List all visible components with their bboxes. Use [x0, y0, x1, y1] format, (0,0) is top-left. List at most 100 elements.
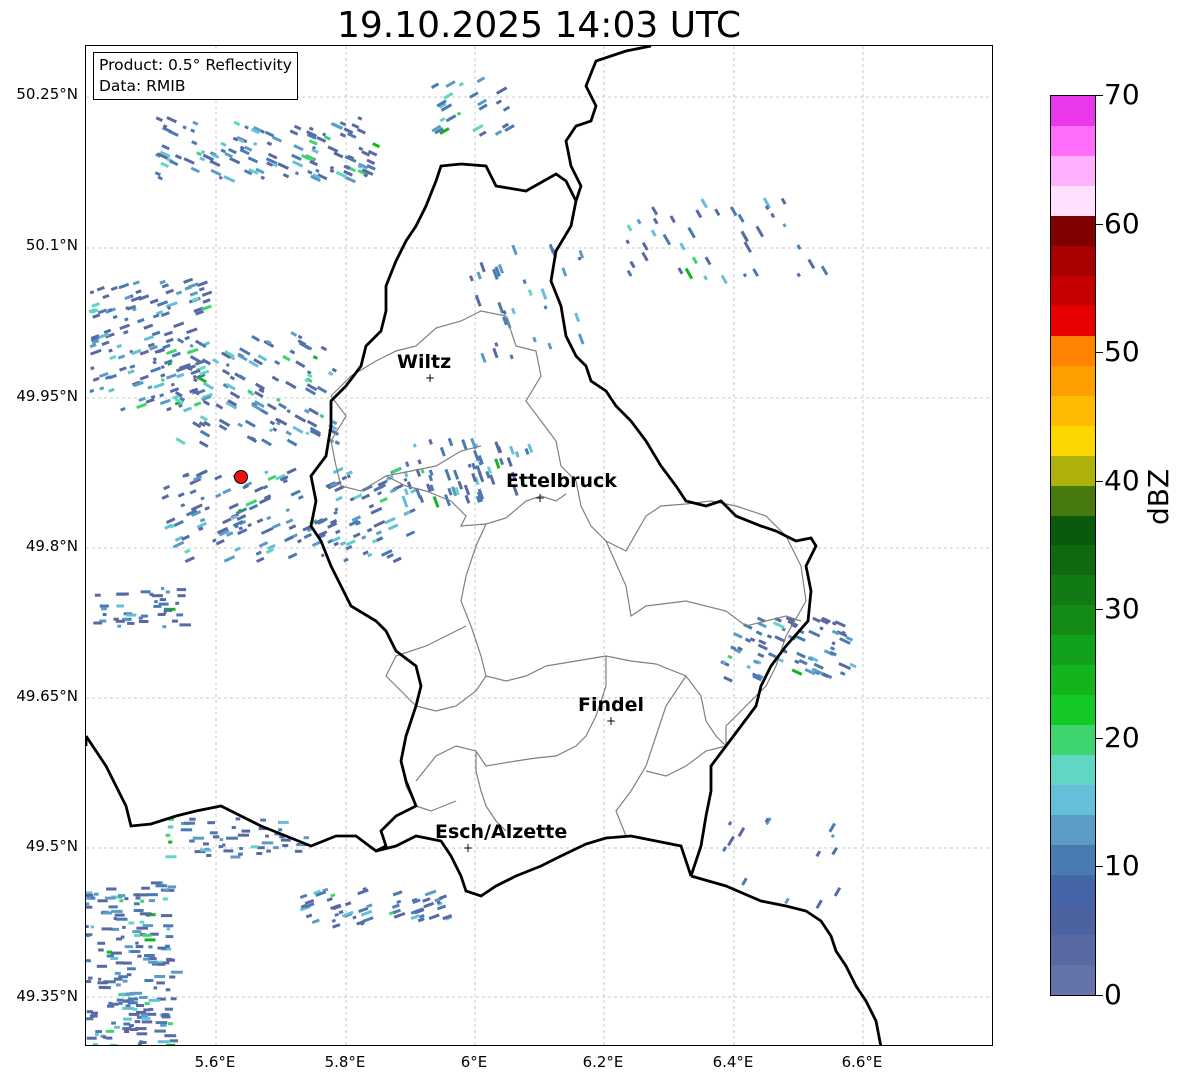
- echo-cell: [176, 588, 187, 592]
- echo-cell: [326, 897, 333, 902]
- echo-cell: [833, 886, 842, 897]
- echo-cell: [133, 909, 144, 912]
- echo-cell: [757, 643, 768, 651]
- echo-cell: [269, 420, 276, 426]
- echo-cell: [812, 616, 821, 623]
- echo-cell: [173, 321, 185, 329]
- echo-cell: [495, 99, 502, 105]
- colorbar-segment: [1051, 365, 1095, 396]
- colorbar-tick-label: 30: [1104, 592, 1140, 626]
- echo-cell: [227, 147, 237, 155]
- echo-cell: [128, 1012, 140, 1016]
- echo-cell: [285, 518, 294, 525]
- echo-cell: [494, 342, 499, 347]
- echo-cell: [626, 269, 633, 277]
- echo-cell: [168, 840, 173, 844]
- echo-cell: [472, 123, 484, 133]
- echo-cell: [180, 828, 193, 832]
- echo-cell: [423, 901, 435, 909]
- echo-cell: [110, 951, 122, 955]
- echo-cell: [139, 920, 145, 924]
- echo-cell: [153, 382, 165, 389]
- echo-cell: [363, 916, 374, 923]
- echo-cell: [139, 374, 149, 381]
- echo-cell: [755, 630, 763, 636]
- echo-cell: [244, 419, 256, 428]
- echo-cell: [727, 820, 733, 826]
- echo-cell: [839, 671, 846, 676]
- echo-cell: [135, 941, 139, 945]
- city-marker: +: [535, 491, 546, 505]
- echo-cell: [160, 914, 173, 918]
- echo-cell: [199, 415, 209, 422]
- echo-cell: [129, 364, 136, 369]
- echo-cell: [669, 215, 676, 224]
- echo-cell: [165, 373, 177, 380]
- echo-cell: [116, 998, 124, 1002]
- info-box: Product: 0.5° Reflectivity Data: RMIB: [93, 52, 298, 100]
- echo-cell: [109, 355, 117, 361]
- echo-cell: [641, 251, 649, 262]
- echo-cell: [714, 208, 721, 217]
- colorbar-tick-label: 60: [1104, 206, 1140, 240]
- colorbar-segment: [1051, 485, 1095, 516]
- echo-cell: [524, 447, 530, 455]
- colorbar-tick-label: 10: [1104, 849, 1140, 883]
- echo-cell: [286, 467, 297, 475]
- colorbar-segment: [1051, 935, 1095, 966]
- echo-cell: [770, 212, 776, 219]
- echo-cell: [439, 446, 446, 457]
- echo-cell: [86, 902, 90, 906]
- echo-cell: [456, 111, 462, 116]
- colorbar-tick-label: 70: [1104, 78, 1140, 111]
- echo-cell: [636, 218, 642, 225]
- echo-cell: [320, 345, 328, 352]
- echo-cell: [97, 332, 110, 340]
- echo-cell: [189, 343, 194, 348]
- echo-cell: [335, 529, 341, 535]
- radar-map[interactable]: [85, 45, 993, 1046]
- echo-cell: [124, 317, 129, 322]
- colorbar-segment: [1051, 575, 1095, 606]
- echo-cell: [650, 229, 657, 237]
- echo-cell: [469, 275, 474, 282]
- echo-cell: [127, 967, 136, 971]
- echo-cell: [522, 279, 527, 285]
- echo-cell: [115, 917, 128, 921]
- colorbar-tick: [1096, 609, 1103, 611]
- echo-cell: [428, 438, 433, 445]
- echo-cell: [335, 495, 343, 502]
- echo-cell: [652, 217, 659, 225]
- echo-cell: [155, 116, 163, 122]
- colorbar-segment: [1051, 845, 1095, 876]
- echo-cell: [366, 903, 373, 909]
- echo-cell: [119, 366, 127, 372]
- echo-cell: [308, 126, 314, 131]
- echo-cell: [820, 265, 829, 276]
- echo-cell: [261, 438, 273, 447]
- echo-cell: [755, 225, 765, 238]
- echo-cell: [422, 897, 431, 903]
- city-marker: +: [425, 371, 436, 385]
- echo-cell: [165, 337, 174, 344]
- echo-cell: [127, 997, 139, 1001]
- colorbar-tick-label: 0: [1104, 978, 1122, 1011]
- echo-cell: [135, 1027, 147, 1031]
- colorbar-tick: [1096, 95, 1103, 96]
- lat-label: 50.1°N: [25, 236, 78, 254]
- echo-cell: [420, 469, 425, 474]
- echo-cell: [641, 241, 649, 251]
- colorbar-segment: [1051, 275, 1095, 306]
- echo-cell: [256, 852, 263, 855]
- data-source-label: Data: RMIB: [99, 77, 186, 95]
- echo-cell: [141, 614, 148, 618]
- echo-cell: [784, 897, 790, 905]
- echo-cell: [700, 198, 708, 209]
- echo-cell: [90, 896, 96, 900]
- echo-cell: [489, 474, 496, 486]
- echo-cell: [345, 544, 353, 551]
- echo-cell: [212, 358, 220, 365]
- echo-cell: [175, 290, 183, 296]
- echo-cell: [86, 959, 91, 963]
- national-border-lux-de: [549, 200, 818, 877]
